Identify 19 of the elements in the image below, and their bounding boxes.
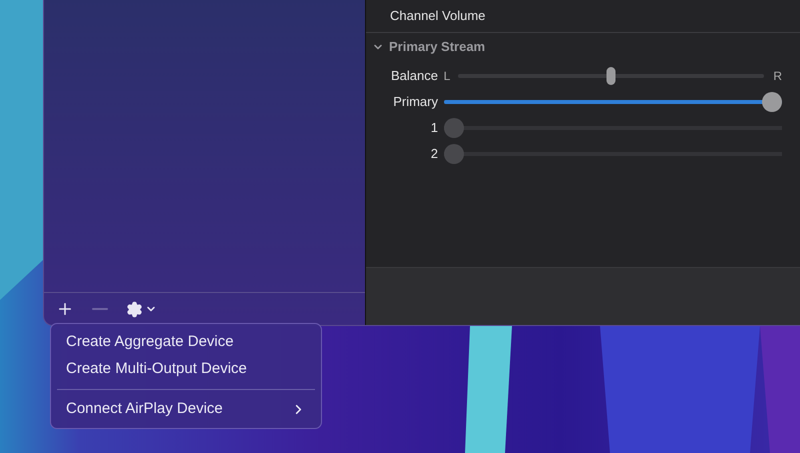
gear-icon bbox=[126, 300, 143, 318]
menu-item[interactable]: Connect AirPlay Device bbox=[57, 396, 315, 423]
channel-label: 2 bbox=[430, 145, 439, 164]
menu-item[interactable]: Create Aggregate Device bbox=[57, 329, 315, 356]
channel-label: Primary bbox=[392, 93, 439, 112]
column-header: Channel Volume bbox=[390, 7, 486, 26]
slider-thumb[interactable] bbox=[444, 118, 464, 138]
channel-label: 1 bbox=[430, 119, 439, 138]
action-menu-button[interactable] bbox=[126, 300, 157, 318]
add-icon bbox=[56, 300, 74, 318]
menu-item[interactable]: Create Multi-Output Device bbox=[57, 356, 315, 383]
section-title: Primary Stream bbox=[389, 38, 486, 56]
right-label: R bbox=[772, 68, 782, 85]
slider-thumb[interactable] bbox=[444, 144, 464, 164]
balance-label: Balance bbox=[390, 67, 438, 86]
slider-thumb[interactable] bbox=[606, 67, 616, 85]
left-label: L bbox=[442, 68, 452, 85]
add-button[interactable] bbox=[56, 300, 74, 318]
slider-thumb[interactable] bbox=[762, 92, 782, 112]
